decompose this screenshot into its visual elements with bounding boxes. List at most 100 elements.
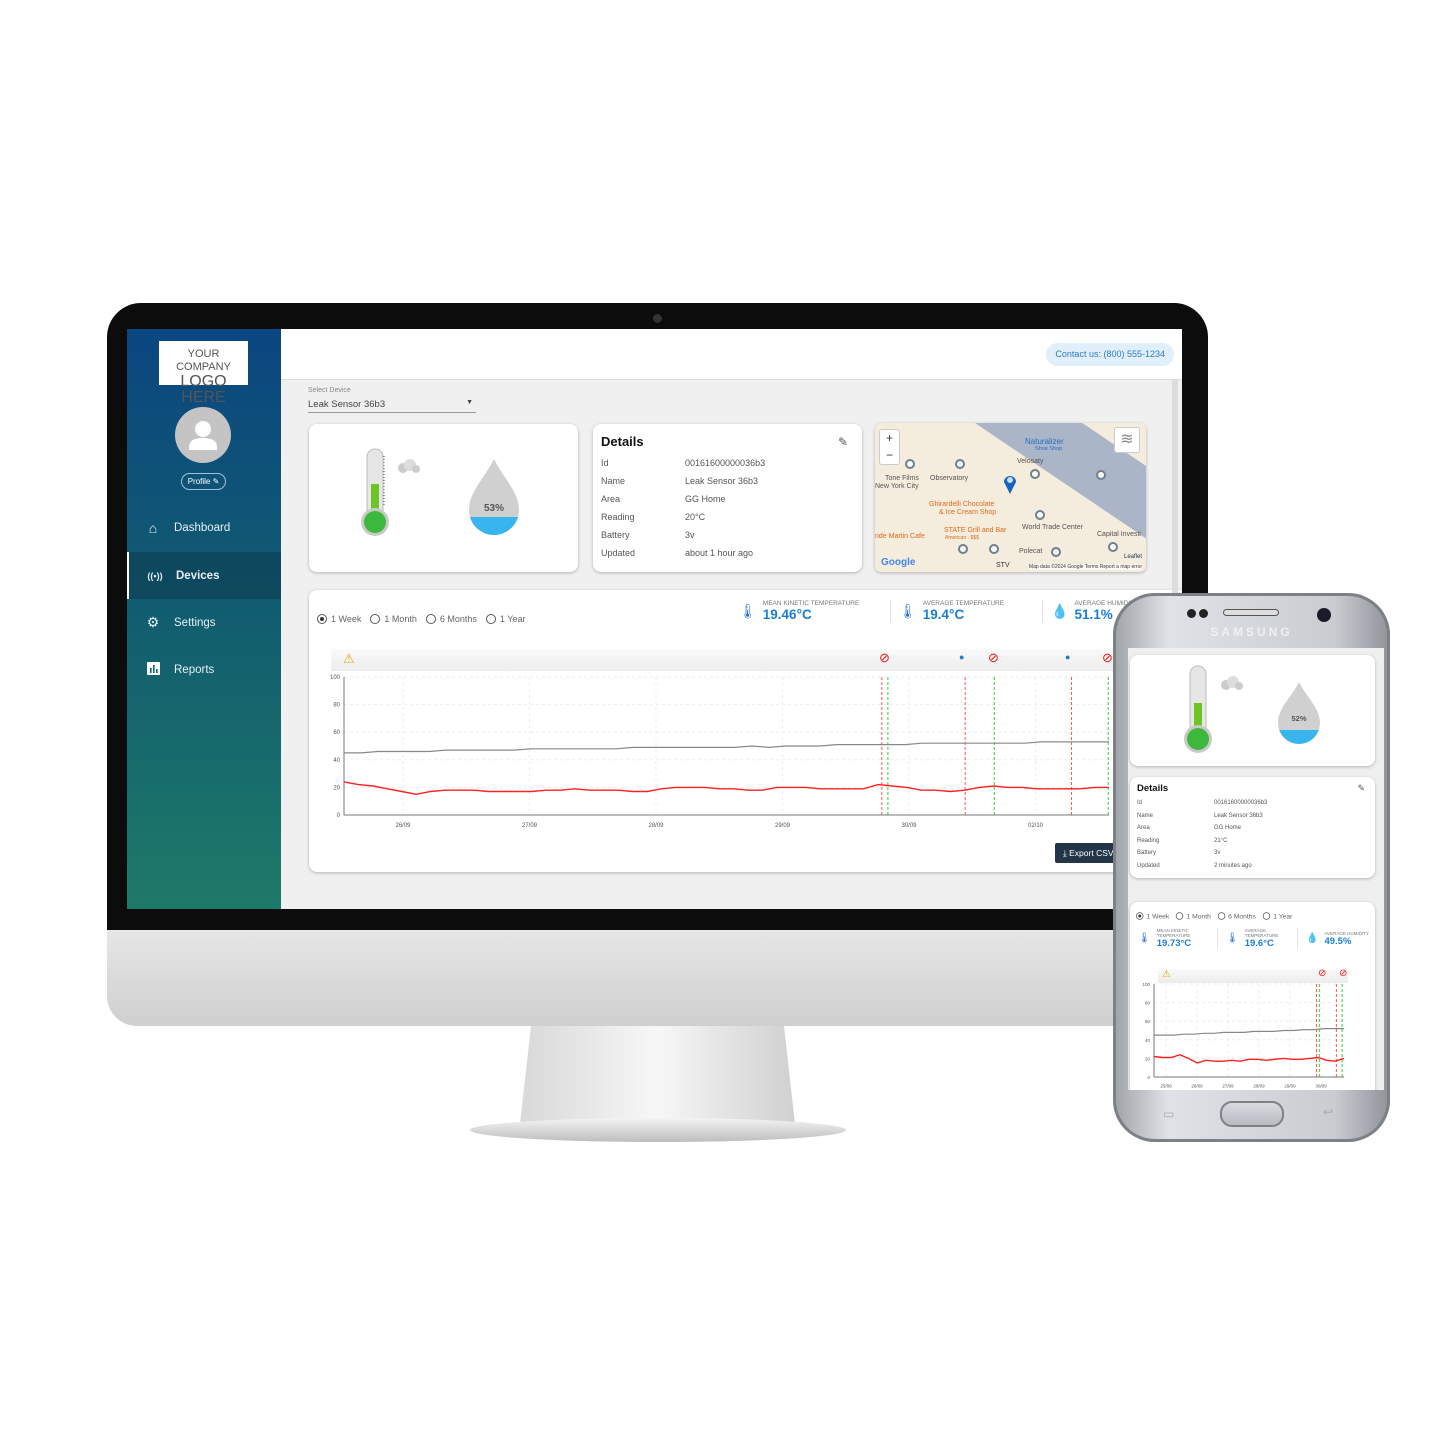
thermometer-icon: 🌡: [739, 602, 757, 619]
map-place-label: & Ice Cream Shop: [939, 509, 997, 516]
radio-button[interactable]: [317, 614, 327, 624]
profile-button[interactable]: Profile ✎: [181, 473, 226, 490]
zoom-out-button[interactable]: −: [880, 447, 899, 464]
map-poi-icon[interactable]: [1051, 547, 1061, 557]
sidebar-item-devices[interactable]: ((•)) Devices: [127, 552, 281, 599]
range-label: 1 Year: [499, 614, 526, 624]
radio-button[interactable]: [1217, 912, 1226, 920]
pencil-icon: ✎: [212, 477, 220, 486]
range-option-1-month[interactable]: 1 Month: [370, 614, 417, 624]
device-select[interactable]: Leak Sensor 36b3 ▼: [308, 399, 476, 413]
leaflet-link[interactable]: Leaflet: [1124, 554, 1142, 560]
map-poi-icon[interactable]: [1108, 542, 1118, 552]
range-option-1-year[interactable]: 1 Year: [485, 614, 526, 624]
stat-block: 🌡 AVERAGE TEMPERATURE 19.6°C: [1218, 928, 1298, 949]
sidebar-item-label: Devices: [176, 569, 220, 582]
dropdown-arrow-icon: ▼: [466, 399, 473, 406]
phone-home-button[interactable]: [1220, 1101, 1284, 1127]
drop-event-icon[interactable]: ●: [1065, 652, 1070, 662]
sidebar-item-reports[interactable]: Reports: [127, 646, 281, 693]
drop-event-icon[interactable]: ●: [959, 652, 964, 662]
x-tick-label: 29/09: [1284, 1084, 1296, 1089]
no-signal-icon[interactable]: ⊘: [1318, 968, 1326, 979]
back-icon: ↩: [1323, 1105, 1334, 1119]
drop-icon: 💧: [1306, 933, 1319, 944]
sidebar-item-settings[interactable]: ⚙ Settings: [127, 599, 281, 646]
x-tick-label: 30/09: [1315, 1084, 1327, 1089]
phone: SAMSUNG 52% Details ✎ Id 00161600000036b3…: [1113, 593, 1390, 1142]
contact-link[interactable]: Contact us: (800) 555-1234: [1046, 343, 1174, 366]
select-device-label: Select Device: [308, 387, 351, 394]
range-label: 1 Year: [1273, 912, 1293, 920]
map-poi-icon[interactable]: [1030, 469, 1040, 479]
detail-key: Battery: [1137, 850, 1157, 856]
home-icon: ⌂: [148, 519, 158, 536]
range-option-1-year[interactable]: 1 Year: [1262, 912, 1293, 920]
map-poi-icon[interactable]: [955, 459, 965, 469]
y-tick-label: 0: [1147, 1075, 1150, 1080]
detail-row: Name Leak Sensor 36b3: [1137, 810, 1368, 823]
user-icon: [189, 421, 217, 450]
x-tick-label: 28/09: [648, 823, 664, 829]
range-option-1-week[interactable]: 1 Week: [1136, 912, 1169, 920]
detail-row: Area GG Home: [601, 490, 854, 508]
map-poi-icon[interactable]: [989, 544, 999, 554]
detail-key: Reading: [601, 512, 635, 522]
range-option-1-week[interactable]: 1 Week: [317, 614, 361, 624]
radio-button[interactable]: [1136, 912, 1144, 920]
no-signal-icon[interactable]: ⊘: [988, 650, 999, 666]
map-place-label: Ghirardelli Chocolate: [929, 501, 995, 508]
no-signal-icon[interactable]: ⊘: [1339, 968, 1347, 979]
map-layers-button[interactable]: ≋: [1114, 427, 1140, 453]
radio-button[interactable]: [425, 614, 436, 624]
detail-key: Name: [601, 476, 626, 486]
stats-row: 🌡 MEAN KINETIC TEMPERATURE 19.73°C 🌡 AVERAGE…: [1138, 928, 1378, 949]
thermometer-icon: 🌡: [1138, 933, 1151, 944]
map-poi-icon[interactable]: [1035, 510, 1045, 520]
no-signal-icon[interactable]: ⊘: [879, 650, 890, 666]
map-place-label: nde Martin Cafe: [875, 533, 925, 540]
range-option-6-months[interactable]: 6 Months: [1217, 912, 1256, 920]
thermometer-icon: 🌡: [1226, 933, 1239, 944]
phone-sensor: [1187, 609, 1196, 618]
zoom-in-button[interactable]: +: [880, 430, 899, 447]
map-poi-icon[interactable]: [905, 459, 915, 469]
details-title: Details: [1137, 783, 1169, 794]
range-option-1-month[interactable]: 1 Month: [1176, 912, 1211, 920]
stat-block: 💧 AVERAGE HUMIDITY 49.5%: [1298, 928, 1378, 949]
download-icon: ⤓: [1063, 848, 1067, 858]
details-card: Details ✎ Id 00161600000036b3 Name Leak Sen…: [593, 424, 862, 572]
stat-block: 🌡 AVERAGE TEMPERATURE 19.4°C: [891, 600, 1043, 622]
radio-button[interactable]: [1176, 912, 1184, 920]
map-pin-icon[interactable]: [1003, 473, 1017, 495]
humidity-series-line: [1154, 1027, 1344, 1036]
phone-sensor: [1199, 609, 1208, 618]
avatar[interactable]: [175, 407, 231, 463]
map-place-label: Shoe Shop: [1035, 446, 1063, 452]
cloud-icon: [1221, 676, 1243, 690]
profile-label: Profile: [187, 477, 211, 486]
map-poi-icon[interactable]: [958, 544, 968, 554]
sidebar-item-dashboard[interactable]: ⌂ Dashboard: [127, 504, 281, 551]
company-logo: YOUR COMPANY LOGO HERE: [159, 341, 248, 406]
edit-pencil-icon[interactable]: ✎: [838, 435, 848, 449]
warning-icon[interactable]: ⚠: [1162, 969, 1171, 980]
radio-button[interactable]: [1262, 912, 1271, 920]
detail-row: Reading 20°C: [601, 508, 854, 526]
radio-button[interactable]: [485, 614, 496, 624]
radio-button[interactable]: [370, 614, 381, 624]
map[interactable]: + − ≋ Naturalizer Shoe Shop Velosaty Tone Fi…: [875, 423, 1146, 572]
map-poi-icon[interactable]: [1096, 470, 1106, 480]
layers-icon: ≋: [1120, 431, 1134, 448]
range-option-6-months[interactable]: 6 Months: [425, 614, 477, 624]
warning-icon[interactable]: ⚠: [343, 651, 355, 667]
humidity-value: 53%: [483, 503, 504, 514]
x-tick-label: 27/09: [522, 823, 538, 829]
phone-screen: 52% Details ✎ Id 00161600000036b3 Name Leak…: [1128, 648, 1384, 1090]
edit-pencil-icon[interactable]: ✎: [1357, 783, 1365, 794]
x-tick-label: 26/09: [1191, 1084, 1203, 1089]
map-place-label: World Trade Center: [1022, 524, 1083, 531]
humidity-drop-icon: [469, 459, 519, 535]
range-label: 1 Week: [331, 614, 362, 624]
no-signal-icon[interactable]: ⊘: [1102, 650, 1113, 666]
